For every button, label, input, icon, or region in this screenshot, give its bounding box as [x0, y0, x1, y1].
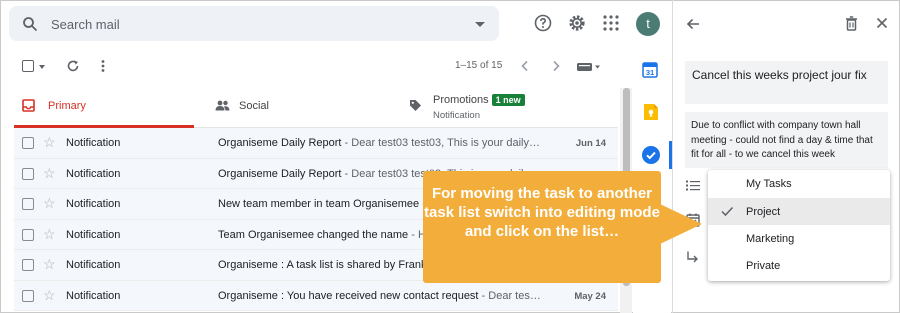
task-list-option-label: Project: [746, 206, 781, 218]
chevron-right-icon[interactable]: [551, 60, 561, 72]
subtask-arrow-icon[interactable]: [686, 251, 699, 264]
inbox-icon: [22, 99, 35, 112]
task-list-option-label: Marketing: [746, 233, 795, 245]
back-arrow-icon[interactable]: [686, 17, 700, 31]
email-sender: Notification: [66, 167, 121, 180]
keyboard-input-icon[interactable]: [577, 62, 601, 72]
chevron-left-icon[interactable]: [520, 60, 530, 72]
more-options-icon[interactable]: [99, 59, 107, 73]
close-icon[interactable]: [876, 17, 888, 29]
email-row[interactable]: ☆ Notification Organiseme Daily Report -…: [14, 128, 618, 159]
email-subject: Organiseme Daily Report: [218, 167, 342, 180]
email-snippet: - Dear tes…: [478, 289, 541, 302]
star-icon[interactable]: ☆: [43, 287, 56, 304]
email-sender: Notification: [66, 137, 121, 149]
checkmark-icon: [721, 206, 734, 217]
refresh-icon[interactable]: [66, 59, 80, 73]
tab-promotions[interactable]: Promotions 1 new Notification: [406, 88, 616, 128]
email-subject: Organiseme Daily Report: [218, 137, 342, 149]
email-row[interactable]: ☆ Notification Organiseme : You have rec…: [14, 280, 618, 311]
task-list-option[interactable]: My Tasks: [708, 170, 890, 197]
task-list-option[interactable]: Private: [708, 252, 890, 279]
inbox-tabs: Primary Social Promotions 1 new Notificat…: [14, 88, 618, 128]
star-icon[interactable]: ☆: [43, 256, 56, 273]
task-title-field[interactable]: Cancel this weeks project jour fix: [685, 61, 888, 104]
task-description-field[interactable]: Due to conflict with company town hall m…: [685, 112, 888, 168]
task-list-option-selected[interactable]: Project: [708, 198, 890, 225]
email-sender: Notification: [66, 198, 121, 210]
email-sender: Notification: [66, 289, 121, 302]
pagination-count: 1–15 of 15: [455, 60, 503, 71]
email-sender: Notification: [66, 228, 121, 241]
select-dropdown-icon[interactable]: [39, 65, 45, 69]
tag-icon: [410, 100, 421, 111]
star-icon[interactable]: ☆: [43, 195, 56, 212]
email-subject: Team Organisemee changed the name: [218, 228, 409, 241]
row-checkbox[interactable]: [22, 198, 34, 210]
star-icon[interactable]: ☆: [43, 226, 56, 243]
email-subject: Organiseme : A task list is shared by Fr…: [218, 259, 427, 271]
tab-social-label: Social: [239, 100, 269, 112]
trash-icon[interactable]: [845, 16, 858, 31]
svg-text:31: 31: [646, 68, 654, 77]
tab-promotions-label: Promotions: [433, 94, 489, 106]
tab-social[interactable]: Social: [212, 88, 402, 128]
email-snippet: - Dear test03 test03, This is your daily…: [341, 137, 540, 149]
task-list-option-label: Private: [746, 260, 781, 272]
star-icon[interactable]: ☆: [43, 165, 56, 182]
row-checkbox[interactable]: [22, 137, 34, 149]
people-icon: [215, 100, 230, 111]
email-sender: Notification: [66, 259, 121, 271]
account-avatar[interactable]: t: [636, 12, 660, 36]
tab-primary-label: Primary: [48, 100, 86, 112]
select-all-checkbox[interactable]: [22, 60, 34, 72]
email-date: May 24: [574, 290, 606, 302]
search-bar[interactable]: Search mail: [9, 6, 499, 41]
task-list-option[interactable]: Marketing: [708, 225, 890, 252]
row-checkbox[interactable]: [22, 167, 34, 180]
search-input[interactable]: Search mail: [51, 17, 120, 32]
tab-promotions-sub: Notification: [433, 110, 480, 121]
help-icon[interactable]: [533, 13, 553, 33]
settings-gear-icon[interactable]: [567, 13, 587, 33]
star-icon[interactable]: ☆: [43, 134, 56, 151]
email-subject: New team member in team Organisemee: [218, 198, 420, 210]
email-date: Jun 14: [575, 138, 606, 149]
callout-text: For moving the task to another task list…: [424, 185, 660, 240]
calendar-icon[interactable]: 31: [642, 62, 658, 78]
tasks-icon[interactable]: [641, 145, 661, 165]
new-count-badge: 1 new: [491, 94, 525, 106]
task-list-dropdown: My Tasks Project Marketing Private: [708, 170, 890, 281]
callout-pointer: [660, 204, 702, 244]
row-checkbox[interactable]: [22, 259, 34, 271]
search-icon: [23, 17, 38, 32]
tab-primary[interactable]: Primary: [14, 88, 194, 128]
apps-grid-icon[interactable]: [601, 13, 621, 33]
row-checkbox[interactable]: [22, 228, 34, 241]
task-list-option-label: My Tasks: [746, 178, 792, 190]
list-icon: [686, 180, 700, 191]
email-subject: Organiseme : You have received new conta…: [218, 289, 479, 302]
keep-notes-icon[interactable]: [644, 104, 658, 120]
search-options-icon[interactable]: [475, 22, 485, 27]
row-checkbox[interactable]: [22, 289, 34, 302]
